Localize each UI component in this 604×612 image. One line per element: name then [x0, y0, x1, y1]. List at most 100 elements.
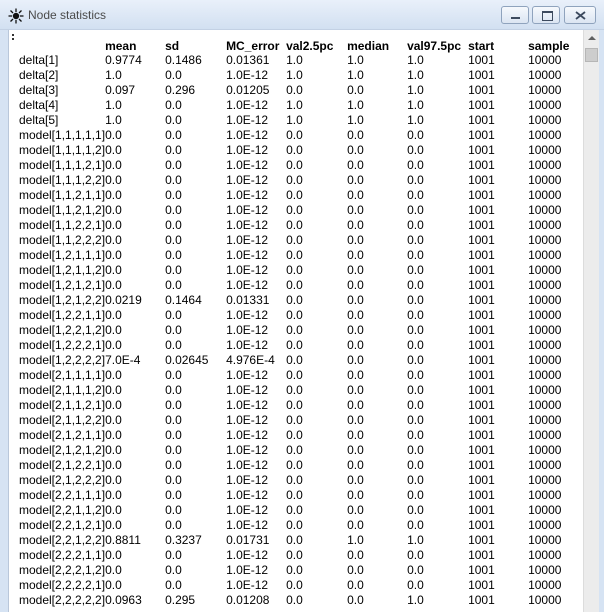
node-name-cell: model[2,2,1,2,1] [19, 518, 106, 532]
value-cell: 0.0 [286, 338, 303, 352]
value-cell: 0.0 [407, 338, 424, 352]
value-cell: 1.0E-12 [226, 113, 269, 127]
value-cell: 0.0 [105, 548, 122, 562]
column-header: mean [105, 38, 137, 53]
node-name-cell: delta[5] [19, 113, 59, 127]
value-cell: 10000 [528, 128, 562, 142]
table-row: model[2,2,1,1,2] 0.0 0.0 1.0E-12 0.0 0.0 0.0 10… [19, 503, 584, 518]
value-cell: 1.0E-12 [226, 248, 269, 262]
vertical-scrollbar[interactable] [583, 30, 599, 612]
value-cell: 0.0 [286, 263, 303, 277]
value-cell: 1001 [468, 518, 495, 532]
title-bar[interactable]: Node statistics [0, 0, 604, 30]
value-cell: 0.0 [105, 398, 122, 412]
node-name-cell: model[2,2,1,2,2] [19, 533, 106, 547]
value-cell: 1001 [468, 323, 495, 337]
column-header: val2.5pc [286, 38, 334, 53]
value-cell: 1.0E-12 [226, 233, 269, 247]
value-cell: 1001 [468, 368, 495, 382]
value-cell: 0.0 [407, 323, 424, 337]
value-cell: 0.0 [165, 173, 182, 187]
node-name-cell: model[1,1,1,1,1] [19, 128, 106, 142]
value-cell: 10000 [528, 578, 562, 592]
value-cell: 1.0E-12 [226, 158, 269, 172]
value-cell: 1.0E-12 [226, 428, 269, 442]
value-cell: 10000 [528, 518, 562, 532]
value-cell: 0.0 [347, 248, 364, 262]
value-cell: 0.0 [105, 218, 122, 232]
value-cell: 0.0 [347, 473, 364, 487]
table-row: model[2,1,2,2,2] 0.0 0.0 1.0E-12 0.0 0.0 0.0 10… [19, 473, 584, 488]
value-cell: 10000 [528, 323, 562, 337]
value-cell: 0.0 [286, 158, 303, 172]
table-row: model[2,2,2,1,2] 0.0 0.0 1.0E-12 0.0 0.0 0.0 10… [19, 563, 584, 578]
value-cell: 1.0E-12 [226, 203, 269, 217]
value-cell: 1.0E-12 [226, 143, 269, 157]
node-name-cell: model[1,1,2,1,2] [19, 203, 106, 217]
table-row: model[2,1,2,1,2] 0.0 0.0 1.0E-12 0.0 0.0 0.0 10… [19, 443, 584, 458]
value-cell: 1001 [468, 278, 495, 292]
value-cell: 0.01331 [226, 293, 270, 307]
value-cell: 1001 [468, 293, 495, 307]
value-cell: 0.0 [286, 458, 303, 472]
node-name-cell: model[2,2,2,2,1] [19, 578, 106, 592]
value-cell: 1.0E-12 [226, 128, 269, 142]
maximize-button[interactable] [532, 6, 560, 24]
value-cell: 10000 [528, 488, 562, 502]
node-name-cell: model[1,2,2,1,2] [19, 323, 106, 337]
value-cell: 0.0 [347, 443, 364, 457]
value-cell: 0.0 [407, 158, 424, 172]
value-cell: 0.0 [105, 473, 122, 487]
value-cell: 1001 [468, 158, 495, 172]
value-cell: 1001 [468, 473, 495, 487]
close-button[interactable] [564, 6, 596, 24]
value-cell: 10000 [528, 218, 562, 232]
value-cell: 1.0 [286, 113, 303, 127]
value-cell: 0.0 [347, 593, 364, 607]
value-cell: 10000 [528, 293, 562, 307]
value-cell: 0.0 [407, 368, 424, 382]
node-name-cell: model[2,2,2,1,1] [19, 548, 106, 562]
table-row: model[1,2,2,1,2] 0.0 0.0 1.0E-12 0.0 0.0 0.0 10… [19, 323, 584, 338]
table-body: delta[1] 0.9774 0.1486 0.01361 1.0 1.0 1.0 1001… [19, 53, 584, 608]
value-cell: 1001 [468, 53, 495, 67]
value-cell: 0.296 [165, 83, 196, 97]
value-cell: 0.0 [286, 308, 303, 322]
table-row: model[2,1,1,2,1] 0.0 0.0 1.0E-12 0.0 0.0 0.0 10… [19, 398, 584, 413]
value-cell: 1.0 [347, 533, 364, 547]
value-cell: 0.0 [105, 578, 122, 592]
value-cell: 0.0 [407, 443, 424, 457]
minimize-button[interactable] [501, 6, 529, 24]
value-cell: 0.0 [347, 263, 364, 277]
scroll-up-arrow-icon[interactable] [584, 30, 600, 46]
statistics-panel: mean sd MC_error val2.5pc median val97.5… [8, 30, 599, 612]
table-row: delta[1] 0.9774 0.1486 0.01361 1.0 1.0 1.0 1001… [19, 53, 584, 68]
value-cell: 0.0 [286, 83, 303, 97]
node-name-cell: model[1,1,2,2,1] [19, 218, 106, 232]
value-cell: 0.02645 [165, 353, 209, 367]
table-row: model[1,1,2,1,2] 0.0 0.0 1.0E-12 0.0 0.0 0.0 10… [19, 203, 584, 218]
value-cell: 0.0 [347, 578, 364, 592]
value-cell: 10000 [528, 593, 562, 607]
value-cell: 1.0E-12 [226, 563, 269, 577]
value-cell: 0.0 [286, 383, 303, 397]
value-cell: 1001 [468, 443, 495, 457]
value-cell: 0.0 [407, 143, 424, 157]
value-cell: 0.0 [286, 518, 303, 532]
value-cell: 10000 [528, 98, 562, 112]
value-cell: 10000 [528, 413, 562, 427]
value-cell: 0.3237 [165, 533, 202, 547]
value-cell: 1001 [468, 143, 495, 157]
value-cell: 7.0E-4 [105, 353, 141, 367]
value-cell: 0.0 [286, 488, 303, 502]
table-row: model[1,2,1,1,1] 0.0 0.0 1.0E-12 0.0 0.0 0.0 10… [19, 248, 584, 263]
value-cell: 1.0E-12 [226, 413, 269, 427]
value-cell: 0.0 [286, 203, 303, 217]
value-cell: 0.0963 [105, 593, 142, 607]
node-name-cell: model[1,2,1,1,2] [19, 263, 106, 277]
table-row: model[2,2,2,2,2] 0.0963 0.295 0.01208 0.0 0.0… [19, 593, 584, 608]
value-cell: 0.295 [165, 593, 196, 607]
scrollbar-thumb[interactable] [585, 48, 598, 62]
value-cell: 1001 [468, 128, 495, 142]
node-name-cell: model[2,2,1,1,2] [19, 503, 106, 517]
